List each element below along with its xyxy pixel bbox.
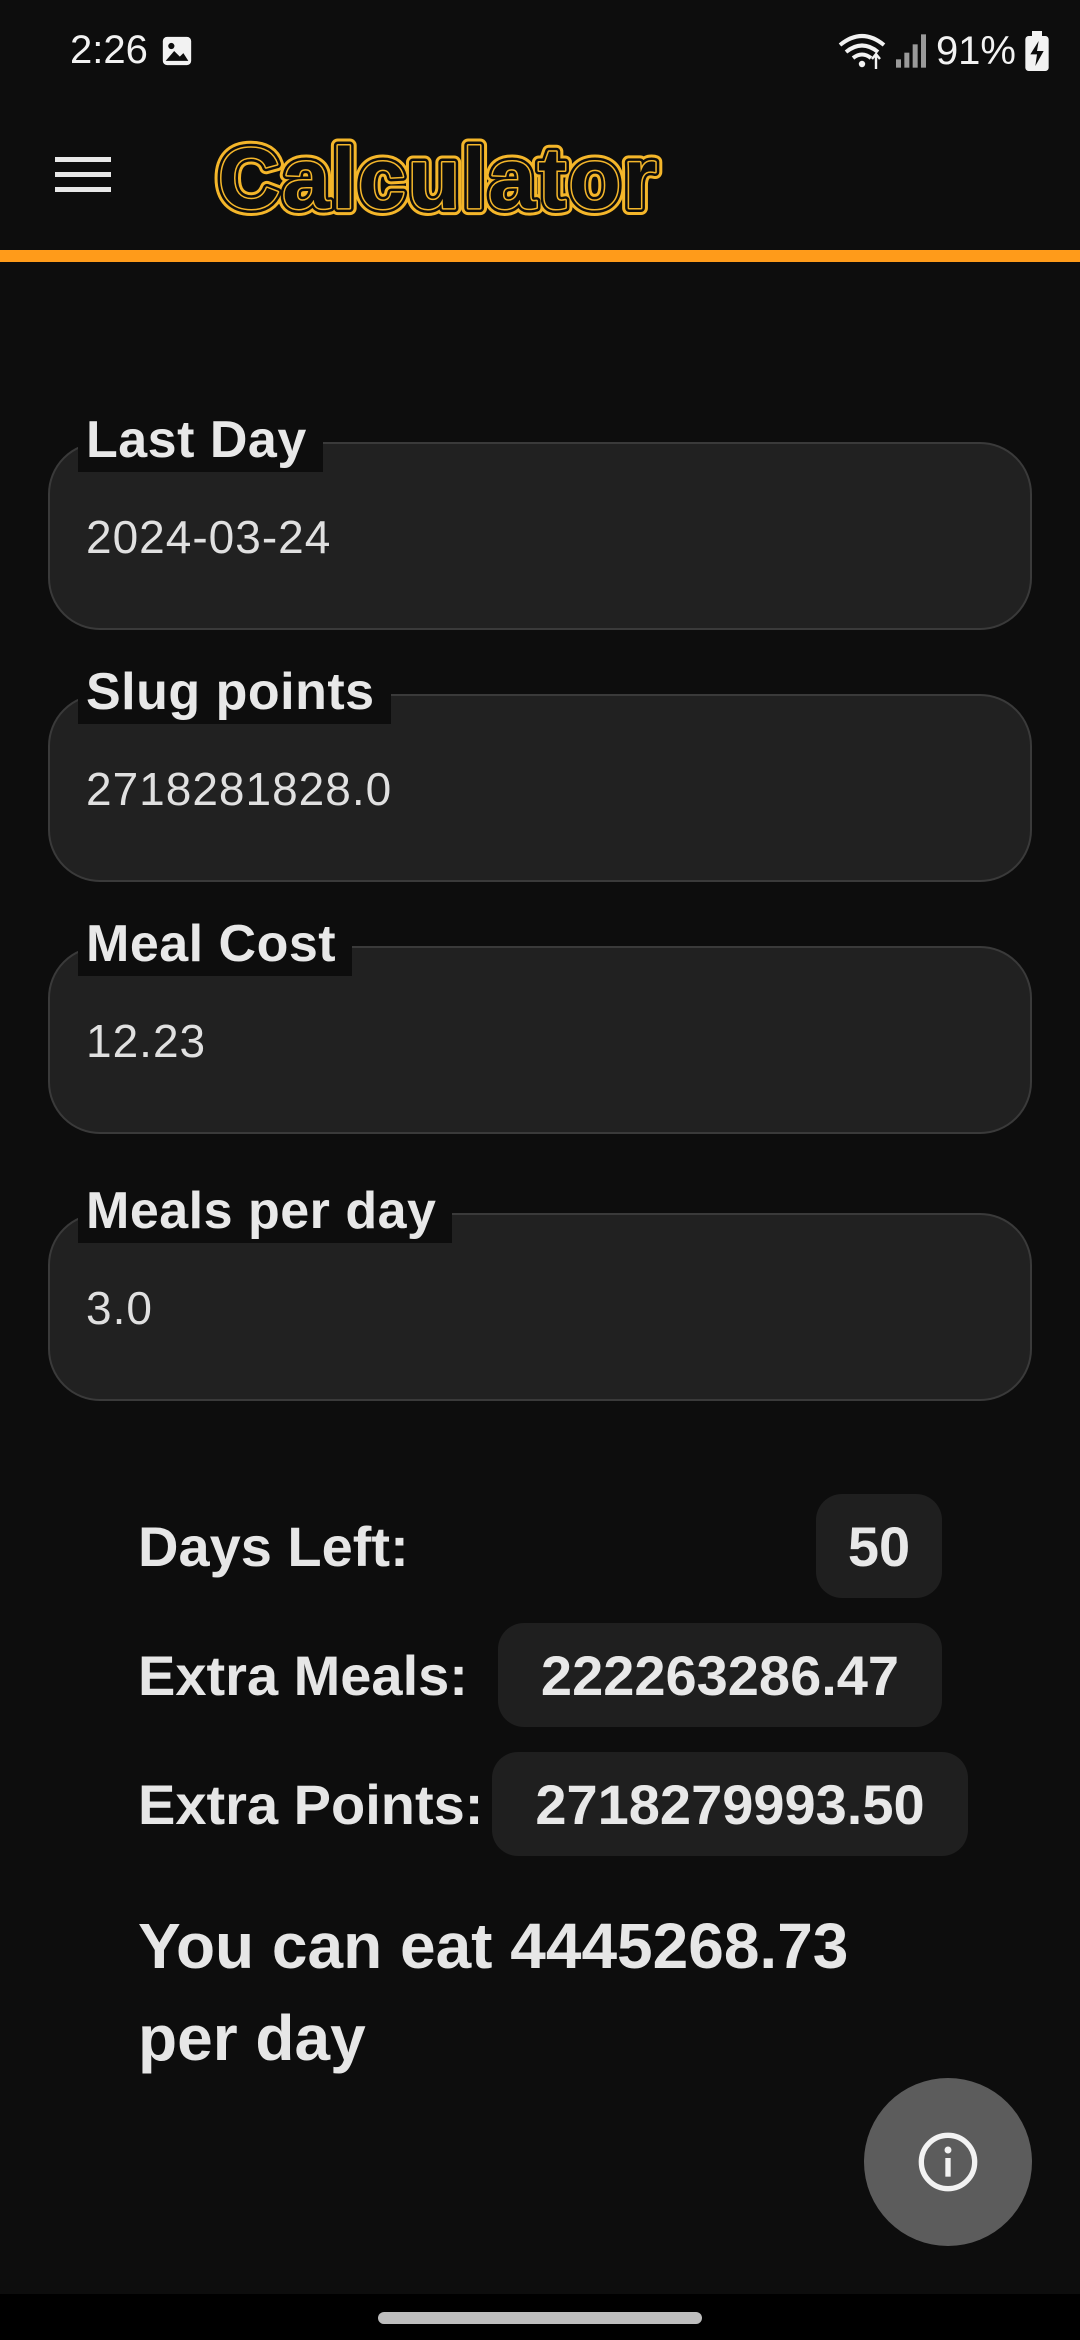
system-nav-bar: [0, 2294, 1080, 2340]
wifi-icon: [838, 34, 886, 69]
extra-meals-label: Extra Meals:: [138, 1643, 468, 1707]
meal-cost-field[interactable]: Meal Cost 12.23: [48, 912, 1032, 1134]
app-title: Calculator Calculator Calculator Calcula…: [211, 124, 664, 226]
days-left-label: Days Left:: [138, 1514, 409, 1578]
last-day-label: Last Day: [78, 408, 323, 472]
meals-per-day-label: Meals per day: [78, 1179, 453, 1243]
info-icon: [918, 2132, 978, 2192]
app-bar-divider: [0, 250, 1080, 262]
days-left-value: 50: [816, 1494, 942, 1598]
extra-points-value: 2718279993.50: [492, 1752, 968, 1856]
battery-percent: 91%: [935, 28, 1016, 73]
menu-button[interactable]: [38, 144, 128, 206]
extra-meals-value: 222263286.47: [498, 1623, 942, 1727]
extra-points-label: Extra Points:: [138, 1772, 484, 1836]
home-indicator[interactable]: [378, 2312, 702, 2324]
status-time: 2:26: [70, 28, 148, 72]
signal-icon: [895, 34, 926, 68]
slug-points-field[interactable]: Slug points 2718281828.0: [48, 660, 1032, 882]
app-bar: Calculator Calculator Calculator Calcula…: [0, 104, 1080, 262]
image-icon: [162, 36, 192, 66]
slug-points-value[interactable]: 2718281828.0: [86, 762, 392, 816]
battery-charging-icon: [1025, 31, 1049, 71]
info-button[interactable]: [864, 2078, 1032, 2246]
status-bar: 2:26 91%: [0, 0, 1080, 104]
last-day-field[interactable]: Last Day 2024-03-24: [48, 408, 1032, 630]
hamburger-menu-icon: [55, 157, 111, 192]
meals-per-day-value[interactable]: 3.0: [86, 1281, 153, 1335]
summary-text: You can eat 4445268.73 per day: [138, 1910, 849, 2074]
status-indicators: 91%: [838, 26, 1050, 76]
last-day-value[interactable]: 2024-03-24: [86, 510, 331, 564]
meals-per-day-field[interactable]: Meals per day 3.0: [48, 1179, 1032, 1401]
meal-cost-value[interactable]: 12.23: [86, 1014, 206, 1068]
slug-points-label: Slug points: [78, 660, 391, 724]
svg-text:Calculator: Calculator: [218, 131, 659, 226]
meal-cost-label: Meal Cost: [78, 912, 353, 976]
